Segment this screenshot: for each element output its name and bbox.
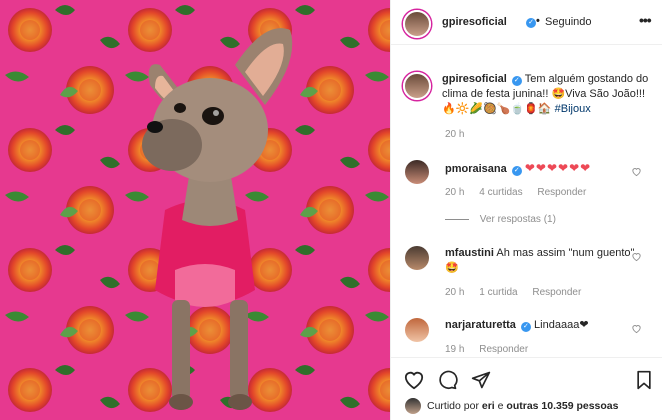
liked-by-user[interactable]: eri [482,400,495,412]
view-replies-button[interactable]: Ver respostas (1) [445,214,556,225]
liked-by-middle: e [497,400,504,412]
post-header: gpiresoficial ✓ • Seguindo ••• [391,0,662,45]
caption-author-avatar[interactable] [403,72,431,100]
comment-avatar[interactable] [405,246,429,270]
comment-avatar[interactable] [405,160,429,184]
comment-username[interactable]: narjaraturetta [445,319,516,331]
comment-avatar[interactable] [405,318,429,342]
verified-badge-icon: ✓ [511,166,522,176]
post-photo[interactable] [0,0,390,420]
comment-reply-button[interactable]: Responder [479,344,528,355]
comment-time: 20 h [445,187,465,198]
post-actions-bar: Curtido por eri e outras 10.359 pessoas [391,357,662,420]
caption: gpiresoficial ✓ Tem alguém gostando do c… [442,72,652,117]
comment-likes[interactable]: 4 curtidas [479,187,522,198]
save-bookmark-icon[interactable] [635,370,653,390]
comment-time: 19 h [445,344,465,355]
liked-by-count[interactable]: outras 10.359 pessoas [506,400,618,412]
comment-time: 20 h [445,287,465,298]
comment-2: mfaustini Ah mas assim "num guento" 🤩 [445,246,645,276]
more-options-icon[interactable]: ••• [639,12,652,28]
comment-reply-button[interactable]: Responder [532,287,581,298]
view-replies-label: Ver respostas (1) [479,214,556,225]
following-button[interactable]: Seguindo [545,16,592,28]
share-send-icon[interactable] [471,370,491,390]
verified-badge-icon: ✓ [520,322,531,332]
like-comment-heart-icon[interactable] [631,166,642,177]
like-comment-heart-icon[interactable] [631,323,642,334]
comment-meta: 19 h Responder [445,344,645,355]
comment-meta: 20 h 4 curtidas Responder [445,187,645,198]
comment-bubble-icon[interactable] [437,370,459,390]
liked-by-avatar[interactable] [405,398,421,414]
author-username[interactable]: gpiresoficial [442,16,507,28]
verified-badge-icon: ✓ [511,76,522,86]
comment-3: narjaraturetta ✓ Lindaaaa❤ [445,318,645,333]
verified-badge-icon: ✓ [526,18,536,28]
liked-by-summary: Curtido por eri e outras 10.359 pessoas [427,400,618,412]
comment-text: ❤❤❤❤❤❤ [524,161,592,175]
dog-photo-illustration [0,0,390,420]
post-side-panel: gpiresoficial ✓ • Seguindo ••• gpiresofi… [390,0,662,420]
like-comment-heart-icon[interactable] [631,251,642,262]
comment-meta: 20 h 1 curtida Responder [445,287,645,298]
comment-1: pmoraisana ✓ ❤❤❤❤❤❤ [445,161,645,177]
liked-by-prefix: Curtido por [427,400,479,412]
author-avatar[interactable] [403,10,431,38]
caption-timestamp: 20 h [445,129,465,140]
separator-dot: • [536,15,540,27]
comment-username[interactable]: mfaustini [445,247,494,259]
like-heart-icon[interactable] [403,370,425,390]
comment-likes[interactable]: 1 curtida [479,287,517,298]
comment-reply-button[interactable]: Responder [537,187,586,198]
view-replies-line [445,218,469,220]
caption-hashtag-link[interactable]: #Bijoux [555,103,591,115]
caption-username[interactable]: gpiresoficial [442,73,507,85]
comment-text: Lindaaaa❤ [534,319,589,331]
comment-username[interactable]: pmoraisana [445,163,507,175]
